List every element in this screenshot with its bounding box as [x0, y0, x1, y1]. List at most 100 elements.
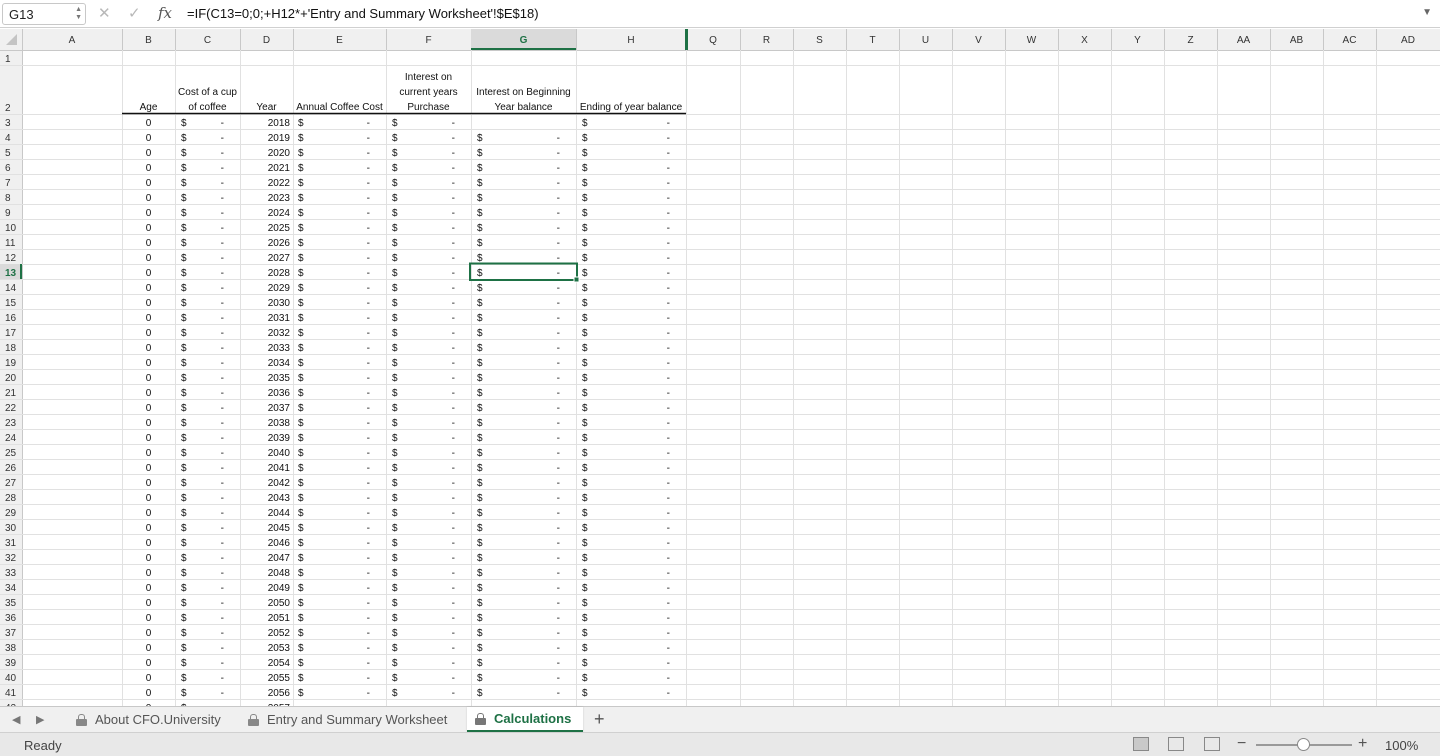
- cell-cost-value: -: [221, 388, 224, 399]
- cell-interest-begin-value: -: [557, 433, 560, 444]
- page-break-view-icon[interactable]: [1204, 737, 1220, 751]
- cell-cost-value: -: [221, 493, 224, 504]
- sheet-tab-label: About CFO.University: [95, 712, 221, 727]
- column-header-aa: AA: [1237, 35, 1251, 46]
- header-age: Age: [140, 102, 158, 113]
- cell-interest-begin-symbol: $: [477, 388, 483, 399]
- worksheet-grid-canvas[interactable]: A B C D E F G H Q R S T U V W X Y Z AA AB AC AD12345678910111…: [0, 29, 1440, 706]
- cancel-icon[interactable]: ✕: [98, 4, 111, 22]
- cell-annual-value: -: [367, 268, 370, 279]
- cell-ending-symbol: $: [582, 463, 588, 474]
- cell-annual-symbol: $: [298, 253, 304, 264]
- cell-interest-begin-symbol: $: [477, 463, 483, 474]
- formula-input[interactable]: =IF(C13=0;0;+H12*+'Entry and Summary Wor…: [187, 6, 539, 21]
- cell-cost-symbol: $: [181, 118, 187, 129]
- selected-cell-highlight: [469, 262, 578, 281]
- cell-annual-symbol: $: [298, 673, 304, 684]
- cell-ending-value: -: [667, 193, 670, 204]
- cell-interest-current-symbol: $: [392, 358, 398, 369]
- cell-year: 2037: [268, 403, 291, 414]
- cell-interest-begin-value: -: [557, 658, 560, 669]
- cell-interest-current-value: -: [452, 178, 455, 189]
- zoom-slider-handle[interactable]: [1297, 738, 1310, 751]
- column-header-ad: AD: [1401, 35, 1415, 46]
- cell-interest-begin-value: -: [557, 628, 560, 639]
- add-sheet-button[interactable]: +: [594, 709, 605, 730]
- cell-interest-current-symbol: $: [392, 283, 398, 294]
- sheet-tab-about[interactable]: About CFO.University: [68, 707, 229, 732]
- cell-interest-begin-symbol: $: [477, 418, 483, 429]
- cell-age: 0: [146, 448, 152, 459]
- cell-interest-begin-value: -: [557, 388, 560, 399]
- cell-interest-begin-symbol: $: [477, 178, 483, 189]
- cell-year: 2048: [268, 568, 291, 579]
- insert-function-icon[interactable]: fx: [158, 4, 172, 22]
- cell-cost-value: -: [221, 223, 224, 234]
- column-header-d: D: [263, 35, 270, 46]
- row-header-selected-marker: [20, 264, 22, 279]
- cell-cost-value: -: [221, 403, 224, 414]
- cell-ending-symbol: $: [582, 253, 588, 264]
- chevron-down-icon[interactable]: ▼: [1422, 7, 1432, 18]
- page-layout-view-icon[interactable]: [1168, 737, 1184, 751]
- cell-interest-current-value: -: [452, 208, 455, 219]
- cell-annual-value: -: [367, 538, 370, 549]
- cell-cost-symbol: $: [181, 388, 187, 399]
- row-header-13: 13: [5, 268, 17, 279]
- cell-age: 0: [146, 673, 152, 684]
- cell-year: 2032: [268, 328, 291, 339]
- scroll-tabs-right-icon[interactable]: ▶: [36, 713, 44, 726]
- cell-ending-symbol: $: [582, 478, 588, 489]
- cell-interest-begin-value: -: [557, 613, 560, 624]
- zoom-in-button[interactable]: +: [1358, 735, 1367, 753]
- cell-annual-value: -: [367, 253, 370, 264]
- scroll-tabs-left-icon[interactable]: ◀: [12, 713, 20, 726]
- cell-interest-current-value: -: [452, 688, 455, 699]
- cell-annual-value: -: [367, 448, 370, 459]
- cell-interest-begin-symbol: $: [477, 238, 483, 249]
- cell-interest-begin-symbol: $: [477, 343, 483, 354]
- column-header-z: Z: [1187, 35, 1193, 46]
- cell-annual-symbol: $: [298, 133, 304, 144]
- cell-interest-begin-symbol: $: [477, 253, 483, 264]
- sheet-tab-entry-summary[interactable]: Entry and Summary Worksheet: [240, 707, 455, 732]
- cell-interest-begin-symbol: $: [477, 598, 483, 609]
- normal-view-icon[interactable]: [1133, 737, 1149, 751]
- zoom-out-button[interactable]: −: [1237, 735, 1246, 753]
- cell-interest-current-symbol: $: [392, 208, 398, 219]
- cell-cost-symbol: $: [181, 553, 187, 564]
- cell-interest-begin-value: -: [557, 688, 560, 699]
- cell-annual-value: -: [367, 178, 370, 189]
- column-header-a: A: [69, 35, 76, 46]
- cell-cost-value: -: [221, 238, 224, 249]
- cell-annual-symbol: $: [298, 613, 304, 624]
- cell-age: 0: [146, 223, 152, 234]
- cell-year: 2054: [268, 658, 291, 669]
- cell-year: 2031: [268, 313, 291, 324]
- cell-age: 0: [146, 643, 152, 654]
- name-box[interactable]: G13 ▲ ▼: [2, 3, 86, 25]
- cell-age: 0: [146, 313, 152, 324]
- sheet-tab-calculations[interactable]: Calculations: [467, 707, 583, 732]
- cell-cost-value: -: [221, 313, 224, 324]
- cell-interest-begin-value: -: [557, 568, 560, 579]
- name-box-stepper-icon[interactable]: ▲ ▼: [75, 6, 82, 22]
- cell-interest-current-value: -: [452, 193, 455, 204]
- cell-ending-value: -: [667, 448, 670, 459]
- cell-annual-symbol: $: [298, 148, 304, 159]
- row-header-40: 40: [5, 673, 17, 684]
- header-interest-current-line2: current years: [399, 87, 457, 98]
- cell-cost-value: -: [221, 358, 224, 369]
- cell-interest-current-value: -: [452, 583, 455, 594]
- row-header-24: 24: [5, 433, 17, 444]
- confirm-icon[interactable]: ✓: [128, 4, 141, 22]
- status-text: Ready: [24, 738, 62, 753]
- cell-cost-symbol: $: [181, 463, 187, 474]
- cell-year: 2045: [268, 523, 291, 534]
- cell-cost-symbol: $: [181, 598, 187, 609]
- worksheet-grid[interactable]: A B C D E F G H Q R S T U V W X Y Z AA AB AC AD 1 2 3 4 5 6 7 8 9 10 11 1…: [0, 29, 1440, 706]
- column-header-ab: AB: [1290, 35, 1304, 46]
- cell-ending-symbol: $: [582, 163, 588, 174]
- cell-ending-value: -: [667, 178, 670, 189]
- cell-year: 2027: [268, 253, 291, 264]
